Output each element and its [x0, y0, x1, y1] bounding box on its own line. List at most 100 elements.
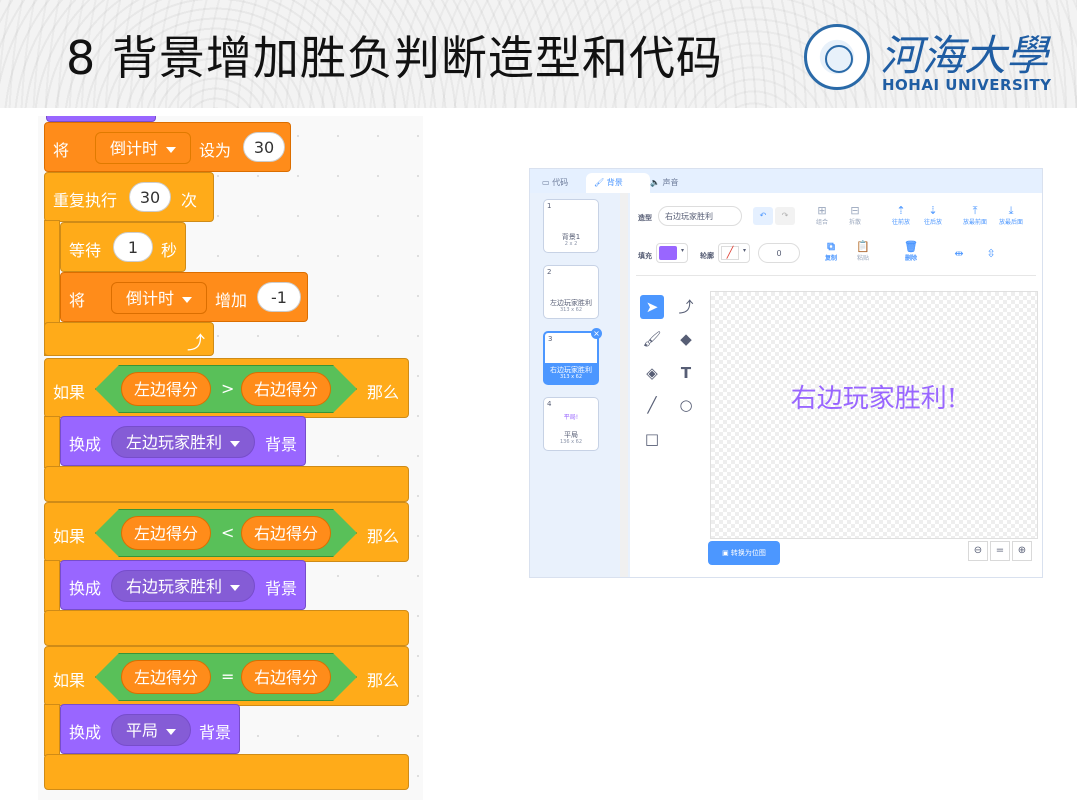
text-icon: T	[680, 364, 692, 382]
if-footer	[44, 610, 409, 646]
left-score-reporter[interactable]: 左边得分	[121, 516, 211, 550]
switch-backdrop-block[interactable]: 换成 左边玩家胜利 背景	[60, 416, 306, 466]
ungroup-button[interactable]: ⊟ 拆散	[840, 205, 870, 227]
undo-icon: ↶	[759, 211, 767, 220]
thumb-number: 4	[547, 400, 552, 408]
thumb-number: 3	[548, 335, 553, 343]
backward-button[interactable]: ⇣ 往后放	[918, 205, 948, 227]
if-header[interactable]: 如果 左边得分 = 右边得分 那么	[44, 646, 409, 706]
reshape-icon: ⤴	[678, 298, 694, 316]
left-score-reporter[interactable]: 左边得分	[121, 660, 211, 694]
delete-icon[interactable]: ×	[591, 328, 602, 339]
thumb-size: 313 x 62	[559, 307, 583, 313]
set-value-input[interactable]: 30	[243, 132, 285, 162]
convert-to-bitmap-button[interactable]: ▣ 转换为位图	[708, 541, 780, 565]
brush-icon: 🖌	[594, 178, 607, 187]
delete-button[interactable]: 🗑 删除	[896, 241, 926, 263]
backdrop-thumb-1[interactable]: 1 背景1 2 x 2	[543, 199, 599, 253]
backdrop-dropdown[interactable]: 平局	[111, 714, 192, 746]
right-score-reporter[interactable]: 右边得分	[241, 372, 331, 406]
if-label: 如果	[53, 383, 86, 402]
chevron-down-icon	[166, 146, 177, 153]
change-variable-block[interactable]: 将 倒计时 增加 -1	[60, 272, 308, 322]
eraser-tool[interactable]: ◆	[674, 327, 698, 351]
change-value-input[interactable]: -1	[257, 282, 301, 312]
flip-vertical-button[interactable]: ⇳	[976, 247, 1006, 260]
redo-icon: ↷	[781, 211, 789, 220]
text-tool[interactable]: T	[674, 361, 698, 385]
chevron-down-icon: ▾	[742, 247, 746, 254]
fill-tool[interactable]: ◈	[640, 361, 664, 385]
front-button[interactable]: ⤒ 放最前面	[960, 205, 990, 227]
switch-label: 换成	[69, 579, 102, 598]
variable-dropdown[interactable]: 倒计时	[95, 132, 192, 164]
switch-backdrop-block[interactable]: 换成 右边玩家胜利 背景	[60, 560, 306, 610]
right-score-reporter[interactable]: 右边得分	[241, 516, 331, 550]
flip-horizontal-button[interactable]: ⇹	[944, 247, 974, 260]
canvas-text[interactable]: 右边玩家胜利!	[711, 378, 1037, 415]
fill-label: 填充	[638, 252, 652, 260]
group-button[interactable]: ⊞ 组合	[807, 204, 837, 227]
line-icon: ╱	[647, 396, 657, 414]
wait-seconds-input[interactable]: 1	[113, 232, 153, 262]
zoom-out-button[interactable]: ⊖	[968, 541, 988, 561]
zoom-reset-button[interactable]: =	[990, 541, 1010, 561]
fill-color-picker[interactable]: ▾	[656, 243, 688, 263]
variable-dropdown[interactable]: 倒计时	[111, 282, 208, 314]
left-score-reporter[interactable]: 左边得分	[121, 372, 211, 406]
outline-color-picker[interactable]: ╱ ▾	[718, 243, 750, 263]
paste-button[interactable]: 📋 粘贴	[848, 240, 878, 263]
repeat-suffix: 次	[181, 191, 198, 210]
zoom-in-button[interactable]: ⊕	[1012, 541, 1032, 561]
repeat-count-input[interactable]: 30	[129, 182, 171, 212]
cursor-icon: ➤	[645, 298, 659, 316]
repeat-block[interactable]: 重复执行 30 次	[44, 172, 214, 222]
if-arm	[44, 704, 60, 756]
forward-button[interactable]: ⇡ 往前放	[886, 205, 916, 227]
list-scrollbar[interactable]	[620, 193, 628, 577]
backdrop-dropdown[interactable]: 右边玩家胜利	[111, 570, 256, 602]
paint-canvas[interactable]: 右边玩家胜利!	[710, 291, 1038, 539]
if-header[interactable]: 如果 左边得分 > 右边得分 那么	[44, 358, 409, 418]
right-score-reporter[interactable]: 右边得分	[241, 660, 331, 694]
costume-name-input[interactable]: 右边玩家胜利	[658, 206, 742, 226]
undo-button[interactable]: ↶	[753, 207, 773, 225]
outline-width-input[interactable]: 0	[758, 243, 800, 263]
rectangle-tool[interactable]: □	[640, 427, 664, 451]
brush-icon: 🖌	[642, 330, 662, 348]
repeat-prefix: 重复执行	[53, 191, 118, 210]
university-name-cn: 河海大學	[880, 31, 1049, 80]
select-tool[interactable]: ➤	[640, 295, 664, 319]
costume-label: 造型	[638, 214, 652, 222]
tab-backdrops[interactable]: 🖌 背景	[586, 173, 650, 193]
backdrop-thumb-4[interactable]: 4 平局! 平局 136 x 62	[543, 397, 599, 451]
wait-block[interactable]: 等待 1 秒	[60, 222, 186, 272]
copy-button[interactable]: ⧉ 复制	[816, 240, 846, 263]
if-header[interactable]: 如果 左边得分 < 右边得分 那么	[44, 502, 409, 562]
backdrop-thumb-2[interactable]: 2 左边玩家胜利 313 x 62	[543, 265, 599, 319]
then-label: 那么	[367, 383, 400, 402]
arrow-bottom-icon: ⤓	[1008, 204, 1014, 217]
university-name-en: HOHAI UNIVERSITY	[882, 76, 1052, 94]
switch-backdrop-block[interactable]: 换成 平局 背景	[60, 704, 240, 754]
switch-label: 换成	[69, 723, 102, 742]
scratch-code-area: 将 倒计时 设为 30 重复执行 30 次 等待 1 秒 将 倒计时 增加 -1…	[38, 116, 423, 800]
group-icon: ⊞	[817, 204, 827, 217]
operator-symbol: >	[221, 379, 235, 398]
paste-icon: 📋	[856, 240, 870, 253]
backdrop-dropdown[interactable]: 左边玩家胜利	[111, 426, 256, 458]
circle-tool[interactable]: ○	[674, 393, 698, 417]
reshape-tool[interactable]: ⤴	[674, 295, 698, 319]
change-mid: 增加	[215, 291, 248, 310]
thumb-preview: 平局!	[563, 414, 579, 421]
backdrop-thumb-3[interactable]: 3 × 右边玩家胜利 313 x 62	[543, 328, 602, 385]
back-button[interactable]: ⤓ 放最后面	[996, 204, 1026, 227]
redo-button[interactable]: ↷	[775, 207, 795, 225]
tab-code[interactable]: ▭ 代码	[534, 173, 576, 193]
thumb-size: 313 x 62	[559, 374, 583, 380]
line-tool[interactable]: ╱	[640, 393, 664, 417]
copy-icon: ⧉	[827, 240, 835, 253]
brush-tool[interactable]: 🖌	[640, 327, 664, 351]
tab-sounds[interactable]: 🔈 声音	[642, 173, 687, 193]
set-variable-block[interactable]: 将 倒计时 设为 30	[44, 122, 291, 172]
